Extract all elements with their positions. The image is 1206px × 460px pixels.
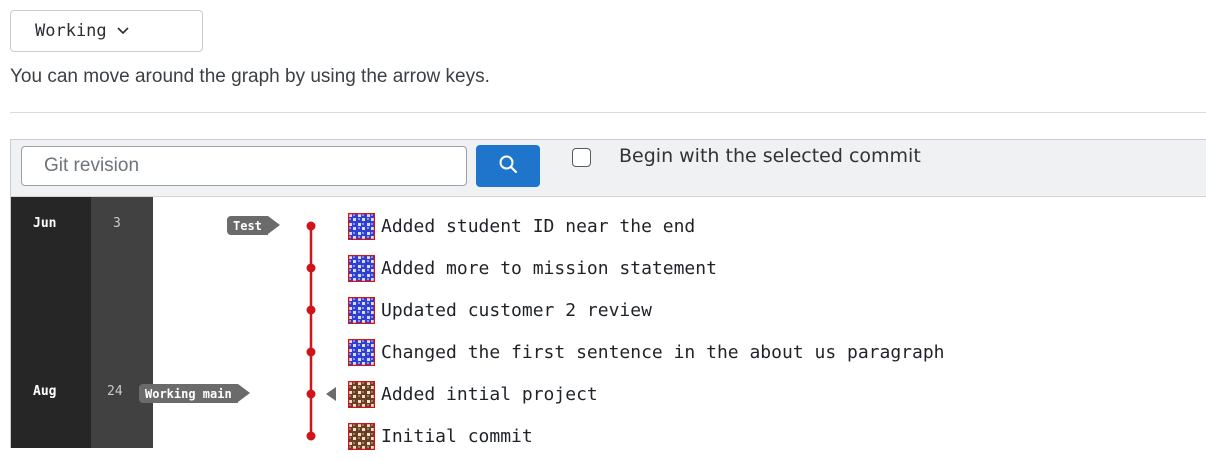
commit-row[interactable]: Changed the first sentence in the about … [348, 338, 945, 366]
commit-graph [306, 221, 336, 441]
commit-node [306, 305, 316, 315]
commit-message: Added student ID near the end [381, 215, 696, 237]
begin-selected-commit-checkbox[interactable] [572, 148, 591, 167]
commit-row[interactable]: Added more to mission statement [348, 254, 717, 282]
commit-row[interactable]: Updated customer 2 review [348, 296, 652, 324]
branch-selector[interactable]: Working [10, 10, 203, 52]
begin-selected-commit-label: Begin with the selected commit [619, 145, 921, 167]
commit-message: Initial commit [381, 425, 533, 447]
head-pointer-icon [326, 387, 336, 401]
commit-row[interactable]: Added intial project [348, 380, 598, 408]
brown-pattern-avatar [348, 422, 375, 450]
chevron-down-icon [117, 27, 129, 35]
commit-row[interactable]: Initial commit [348, 422, 533, 450]
commit-row[interactable]: Added student ID near the end [348, 212, 695, 240]
commit-message: Updated customer 2 review [381, 299, 652, 321]
blue-pattern-avatar [348, 254, 375, 282]
brown-pattern-avatar [348, 380, 375, 408]
commit-message: Changed the first sentence in the about … [381, 341, 945, 363]
commit-node [306, 389, 316, 399]
commit-message: Added intial project [381, 383, 598, 405]
search-icon [498, 154, 518, 179]
search-button[interactable] [476, 145, 540, 187]
commit-message: Added more to mission statement [381, 257, 717, 279]
branch-selector-label: Working [35, 21, 107, 41]
commit-node [306, 221, 316, 231]
blue-pattern-avatar [348, 296, 375, 324]
blue-pattern-avatar [348, 212, 375, 240]
blue-pattern-avatar [348, 338, 375, 366]
commit-graph-panel: Begin with the selected commit Jun Aug 3… [10, 139, 1206, 450]
commit-node [306, 431, 316, 441]
navigation-hint: You can move around the graph by using t… [10, 66, 490, 87]
commit-node [306, 347, 316, 357]
commit-node [306, 263, 316, 273]
divider [10, 112, 1206, 113]
